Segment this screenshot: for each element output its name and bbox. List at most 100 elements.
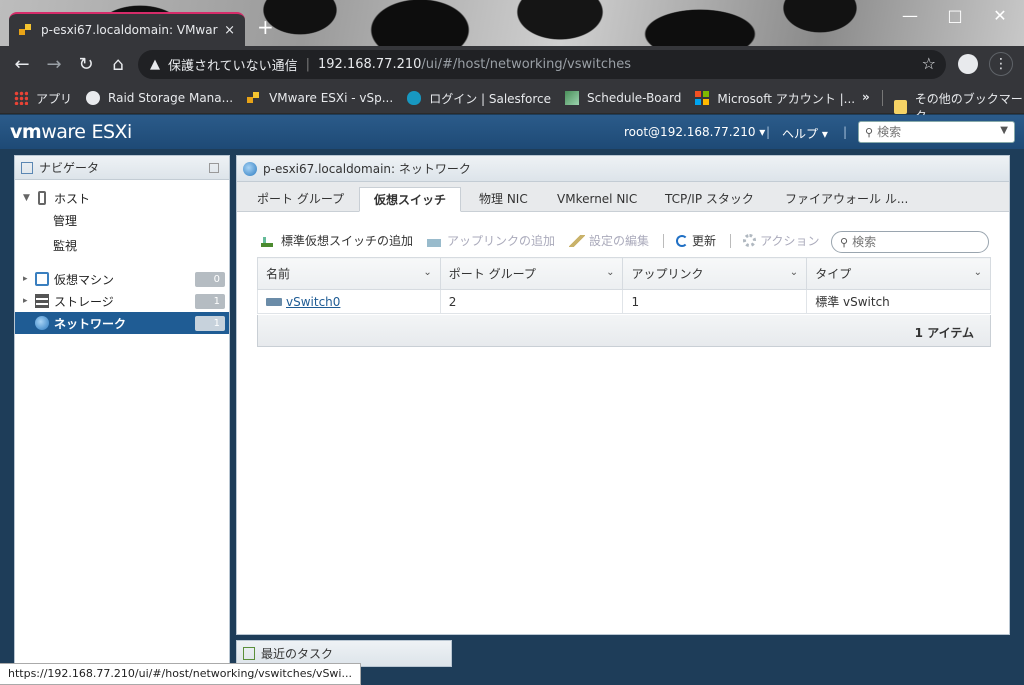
action-label: 更新 [692, 234, 717, 248]
nav-item-monitor[interactable]: 監視 [15, 234, 229, 256]
header-separator: | [766, 125, 771, 139]
tab-physical-nics[interactable]: 物理 NIC [465, 187, 542, 212]
raid-icon [86, 91, 101, 105]
logo-ware: ware [41, 121, 86, 143]
vswitch-icon [266, 298, 282, 306]
tab-vmkernel-nics[interactable]: VMkernel NIC [543, 187, 651, 212]
column-header-name[interactable]: 名前 ⌄ [257, 257, 441, 290]
column-header-port-groups[interactable]: ポート グループ ⌄ [439, 257, 624, 290]
column-header-uplinks[interactable]: アップリンク ⌄ [622, 257, 808, 290]
warning-icon[interactable]: ▲ [150, 57, 160, 72]
browser-menu-icon[interactable]: ⋮ [989, 52, 1013, 76]
header-search-input[interactable] [877, 125, 998, 139]
collapse-icon[interactable] [209, 163, 219, 173]
nav-item-storage[interactable]: ▸ ストレージ 1 [15, 290, 229, 312]
refresh-button[interactable]: 更新 [676, 232, 716, 249]
bookmark-label: VMware ESXi - vSp... [269, 91, 394, 105]
profile-avatar-icon[interactable] [958, 54, 978, 74]
bookmarks-overflow-icon[interactable]: » [862, 90, 870, 104]
apps-icon [14, 91, 28, 105]
window-close-icon[interactable]: ✕ [986, 4, 1014, 28]
action-label: アップリンクの追加 [447, 234, 556, 248]
address-bar[interactable]: ▲ 保護されていない通信 | 192.168.77.210/ui/#/host/… [138, 50, 946, 79]
nav-item-label: ホスト [54, 191, 91, 206]
nav-item-virtual-machines[interactable]: ▸ 仮想マシン 0 [15, 268, 229, 290]
nav-item-host[interactable]: ▼ ホスト [15, 187, 229, 209]
browser-toolbar: ← → ↻ ⌂ ▲ 保護されていない通信 | 192.168.77.210/ui… [0, 46, 1024, 83]
back-icon[interactable]: ← [6, 54, 38, 75]
table-header-row: 名前 ⌄ ポート グループ ⌄ アップリンク ⌄ タイプ ⌄ [257, 257, 991, 290]
table-row[interactable]: vSwitch0 2 1 標準 vSwitch [257, 289, 991, 314]
nav-item-networking[interactable]: ネットワーク 1 [15, 312, 229, 334]
bookmark-label: Raid Storage Mana... [108, 91, 234, 105]
chevron-down-icon[interactable]: ⌄ [790, 267, 798, 278]
nav-item-label: 仮想マシン [54, 272, 115, 287]
tab-close-icon[interactable]: × [224, 23, 235, 38]
expand-right-icon[interactable]: ▸ [23, 274, 35, 284]
column-label: ポート グループ [448, 267, 536, 281]
maximize-icon[interactable]: □ [941, 4, 969, 28]
browser-tab-active[interactable]: p-esxi67.localdomain: VMware ESXi × [9, 12, 245, 46]
expand-right-icon[interactable]: ▸ [23, 296, 35, 306]
expand-down-icon[interactable]: ▼ [23, 193, 35, 203]
content-search-input[interactable] [852, 235, 973, 249]
home-icon[interactable]: ⌂ [102, 54, 134, 75]
nav-item-label: 監視 [53, 238, 78, 253]
chevron-down-icon[interactable]: ⌄ [974, 267, 982, 278]
host-icon [38, 191, 46, 205]
pencil-icon [569, 234, 586, 247]
column-header-type[interactable]: タイプ ⌄ [806, 257, 991, 290]
bookmark-salesforce[interactable]: ログイン | Salesforce [407, 90, 551, 107]
header-search[interactable]: ⚲ ▼ [858, 121, 1015, 143]
help-menu[interactable]: ヘルプ ▾ [782, 125, 828, 142]
tasks-icon [243, 647, 255, 660]
add-standard-switch-button[interactable]: 標準仮想スイッチの追加 [261, 232, 413, 249]
vmware-esxi-logo: vmware ESXi [10, 121, 132, 143]
bookmark-microsoft[interactable]: Microsoft アカウント |... [695, 90, 855, 107]
new-tab-button[interactable]: + [257, 17, 274, 37]
bookmark-label: ログイン | Salesforce [429, 91, 552, 106]
table-footer: 1 アイテム [257, 315, 991, 347]
nav-item-label: ストレージ [54, 294, 114, 309]
count-badge: 1 [195, 294, 225, 309]
bookmark-vmware-esxi[interactable]: VMware ESXi - vSp... [247, 91, 393, 105]
tab-tcpip-stacks[interactable]: TCP/IP スタック [651, 187, 768, 212]
cell-port-groups: 2 [439, 289, 624, 314]
add-uplink-icon [427, 234, 444, 247]
nav-item-manage[interactable]: 管理 [15, 209, 229, 231]
storage-icon [35, 294, 49, 308]
minimize-icon[interactable]: — [896, 4, 924, 28]
toolbar-separator [663, 233, 665, 248]
forward-icon[interactable]: → [38, 54, 70, 75]
cell-type: 標準 vSwitch [806, 289, 991, 314]
bookmark-apps[interactable]: アプリ [14, 90, 72, 107]
content-search[interactable]: ⚲ [831, 231, 989, 253]
chevron-down-icon[interactable]: ▼ [1000, 125, 1008, 136]
tab-port-groups[interactable]: ポート グループ [243, 187, 358, 212]
add-uplink-button[interactable]: アップリンクの追加 [427, 232, 555, 249]
nav-item-label: 管理 [53, 213, 78, 228]
vswitch-link[interactable]: vSwitch0 [286, 295, 340, 309]
bookmarks-bar: アプリ Raid Storage Mana... VMware ESXi - v… [0, 83, 1024, 123]
chevron-down-icon[interactable]: ⌄ [606, 267, 614, 278]
cell-name[interactable]: vSwitch0 [257, 289, 441, 314]
bookmarks-separator [882, 90, 883, 106]
user-menu[interactable]: root@192.168.77.210 ▾ [624, 125, 765, 139]
bookmark-raid-storage[interactable]: Raid Storage Mana... [86, 91, 233, 105]
tab-virtual-switches[interactable]: 仮想スイッチ [359, 187, 462, 212]
security-warning-text[interactable]: 保護されていない通信 [168, 55, 298, 74]
edit-settings-button[interactable]: 設定の編集 [569, 232, 649, 249]
tab-firewall-rules[interactable]: ファイアウォール ル... [771, 187, 922, 212]
refresh-icon [676, 234, 689, 247]
actions-menu-button[interactable]: アクション [743, 232, 819, 249]
reload-icon[interactable]: ↻ [70, 54, 102, 75]
count-badge: 0 [195, 272, 225, 287]
bookmark-star-icon[interactable]: ☆ [922, 54, 936, 73]
esxi-header: vmware ESXi root@192.168.77.210 ▾ | ヘルプ ▾… [0, 115, 1024, 149]
navigator-panel: ナビゲータ ▼ ホスト 管理 監視 ▸ 仮想マシン 0 ▸ ストレージ 1 ネッ… [14, 155, 230, 685]
tab-title: p-esxi67.localdomain: VMware ESXi [41, 23, 218, 37]
navigator-header: ナビゲータ [15, 156, 229, 180]
toolbar-separator [730, 233, 732, 248]
chevron-down-icon[interactable]: ⌄ [423, 267, 431, 278]
bookmark-schedule-board[interactable]: Schedule-Board [565, 91, 681, 105]
